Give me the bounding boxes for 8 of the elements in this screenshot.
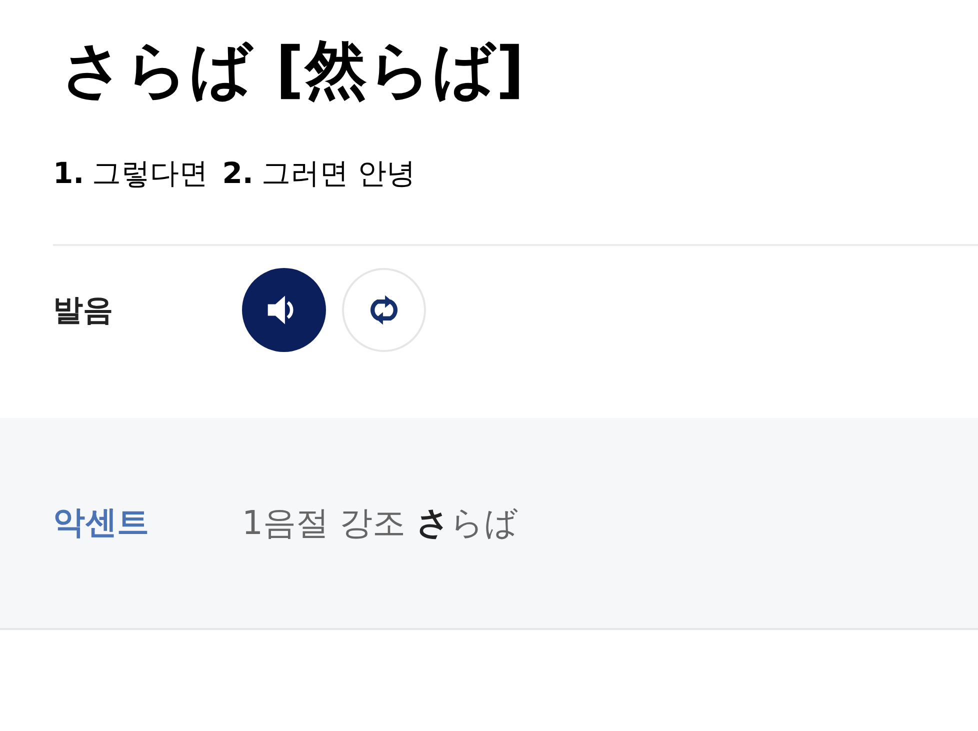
headword: さらば [然らば]: [61, 32, 526, 108]
accent-label: 악센트: [53, 502, 150, 543]
sense-number: 2.: [222, 156, 254, 190]
accent-text: 1음절 강조 さらば: [242, 502, 518, 544]
sense-number: 1.: [53, 156, 84, 190]
sense-text: 그렇다면: [92, 155, 208, 192]
sense-text: 그러면 안녕: [261, 155, 416, 192]
pronunciation-label: 발음: [53, 292, 114, 330]
